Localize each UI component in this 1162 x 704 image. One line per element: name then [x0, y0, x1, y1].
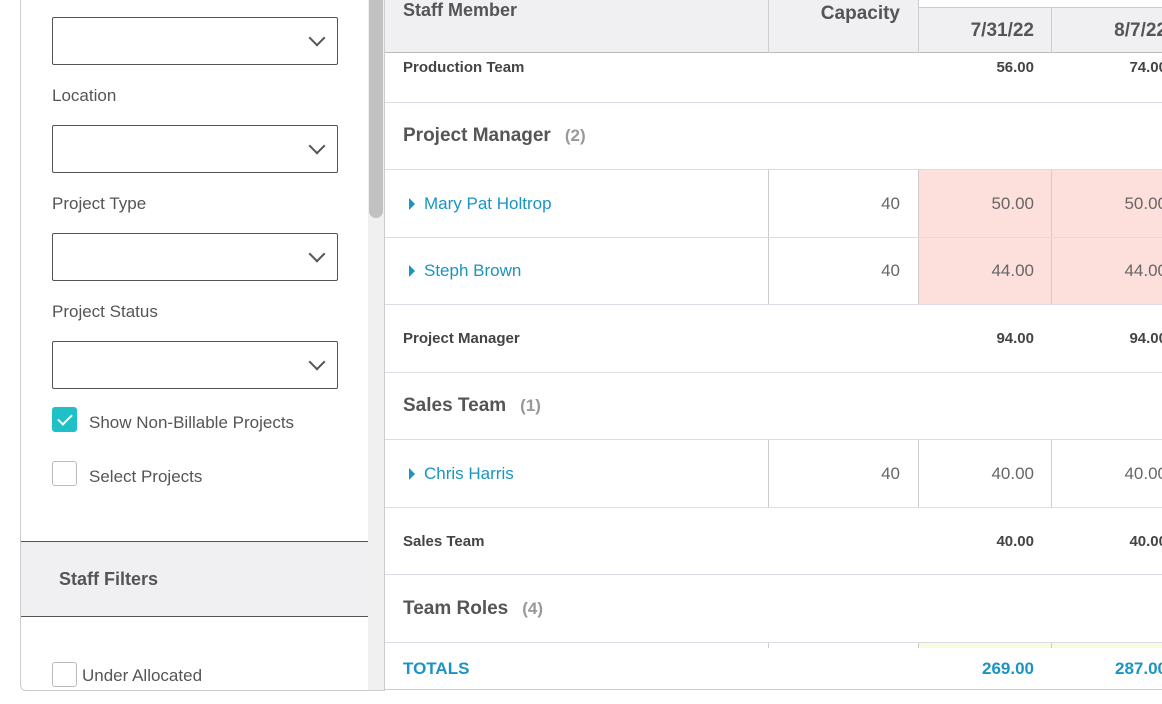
- chevron-down-icon: [308, 353, 326, 371]
- project-type-label: Project Type: [52, 194, 147, 213]
- group-row[interactable]: Sales Team (1): [385, 373, 1162, 440]
- panel-scrollbar[interactable]: [368, 0, 384, 690]
- under-allocated-label: Under Allocated: [82, 666, 203, 685]
- capacity-cell: 40: [768, 170, 918, 237]
- expand-caret-icon[interactable]: [409, 467, 415, 480]
- date-header: 8/7/22: [1051, 8, 1162, 53]
- allocation-cell[interactable]: 40.00: [1051, 440, 1162, 507]
- subtotal-row: Project Manager 94.00 94.00: [385, 305, 1162, 373]
- expand-caret-icon[interactable]: [409, 197, 415, 210]
- subtotal-value: 56.00: [996, 59, 1034, 76]
- staff-filters-header[interactable]: Staff Filters: [21, 541, 369, 617]
- location-dropdown[interactable]: [52, 125, 338, 173]
- subtotal-value: 94.00: [1129, 330, 1162, 347]
- project-type-dropdown[interactable]: [52, 233, 338, 281]
- capacity-header[interactable]: Capacity: [768, 0, 918, 53]
- staff-link[interactable]: Chris Harris: [424, 464, 514, 484]
- subtotal-value: 94.00: [996, 330, 1034, 347]
- subtotal-label: Production Team: [403, 59, 525, 76]
- allocation-cell[interactable]: 50.00: [1051, 170, 1162, 237]
- group-row[interactable]: Project Manager (2): [385, 103, 1162, 170]
- subtotal-row: Sales Team 40.00 40.00: [385, 508, 1162, 575]
- table-header: Staff Member Capacity 7/31/22 8/7/22: [385, 0, 1162, 53]
- capacity-cell: 40: [768, 440, 918, 507]
- group-row[interactable]: Team Roles (4): [385, 575, 1162, 643]
- project-status-label: Project Status: [52, 302, 158, 321]
- staff-link[interactable]: Mary Pat Holtrop: [424, 194, 552, 214]
- under-allocated-checkbox[interactable]: [52, 662, 77, 687]
- group-count: (2): [564, 126, 586, 145]
- subtotal-value: 74.00: [1129, 59, 1162, 76]
- location-label: Location: [52, 86, 117, 105]
- group-name: Team Roles: [403, 597, 509, 619]
- staff-member-header[interactable]: Staff Member: [403, 0, 517, 21]
- filter-dropdown[interactable]: [52, 17, 338, 65]
- subtotal-row: Production Team 56.00 74.00: [385, 53, 1162, 103]
- group-name: Sales Team: [403, 395, 507, 416]
- date-header: 7/31/22: [918, 8, 1051, 53]
- select-projects-label: Select Projects: [89, 467, 203, 486]
- project-status-dropdown[interactable]: [52, 341, 338, 389]
- table-row: Mary Pat Holtrop 40 50.00 50.00: [385, 170, 1162, 238]
- project-filters-panel: Location Project Type Project Status Sho…: [20, 0, 385, 691]
- subtotal-value: 40.00: [1129, 532, 1162, 550]
- capacity-cell: 40: [768, 238, 918, 304]
- totals-row: TOTALS 269.00 287.00: [385, 648, 1162, 689]
- chevron-down-icon: [308, 245, 326, 263]
- totals-label: TOTALS: [403, 659, 470, 678]
- group-count: (1): [520, 396, 541, 415]
- show-non-billable-checkbox[interactable]: [52, 407, 77, 432]
- allocation-table: Staff Member Capacity 7/31/22 8/7/22 Pro…: [385, 0, 1162, 690]
- subtotal-label: Sales Team: [403, 532, 485, 550]
- allocation-cell[interactable]: 44.00: [918, 238, 1051, 304]
- expand-caret-icon[interactable]: [409, 265, 415, 277]
- group-count: (4): [522, 598, 544, 618]
- staff-link[interactable]: Steph Brown: [424, 261, 521, 281]
- table-row: Steph Brown 40 44.00 44.00: [385, 238, 1162, 305]
- subtotal-value: 40.00: [996, 532, 1034, 550]
- subtotal-label: Project Manager: [403, 330, 520, 347]
- allocation-cell[interactable]: 50.00: [918, 170, 1051, 237]
- totals-value: 287.00: [1115, 659, 1162, 678]
- allocation-cell[interactable]: 44.00: [1051, 238, 1162, 304]
- scrollbar-thumb[interactable]: [369, 0, 383, 218]
- group-name: Project Manager: [403, 125, 551, 146]
- chevron-down-icon: [308, 29, 326, 47]
- allocation-cell[interactable]: 40.00: [918, 440, 1051, 507]
- staff-filters-title: Staff Filters: [59, 569, 159, 589]
- totals-value: 269.00: [982, 659, 1034, 678]
- select-projects-checkbox[interactable]: [52, 461, 77, 486]
- chevron-down-icon: [308, 137, 326, 155]
- show-non-billable-label: Show Non-Billable Projects: [89, 413, 295, 432]
- table-row: Chris Harris 40 40.00 40.00: [385, 440, 1162, 508]
